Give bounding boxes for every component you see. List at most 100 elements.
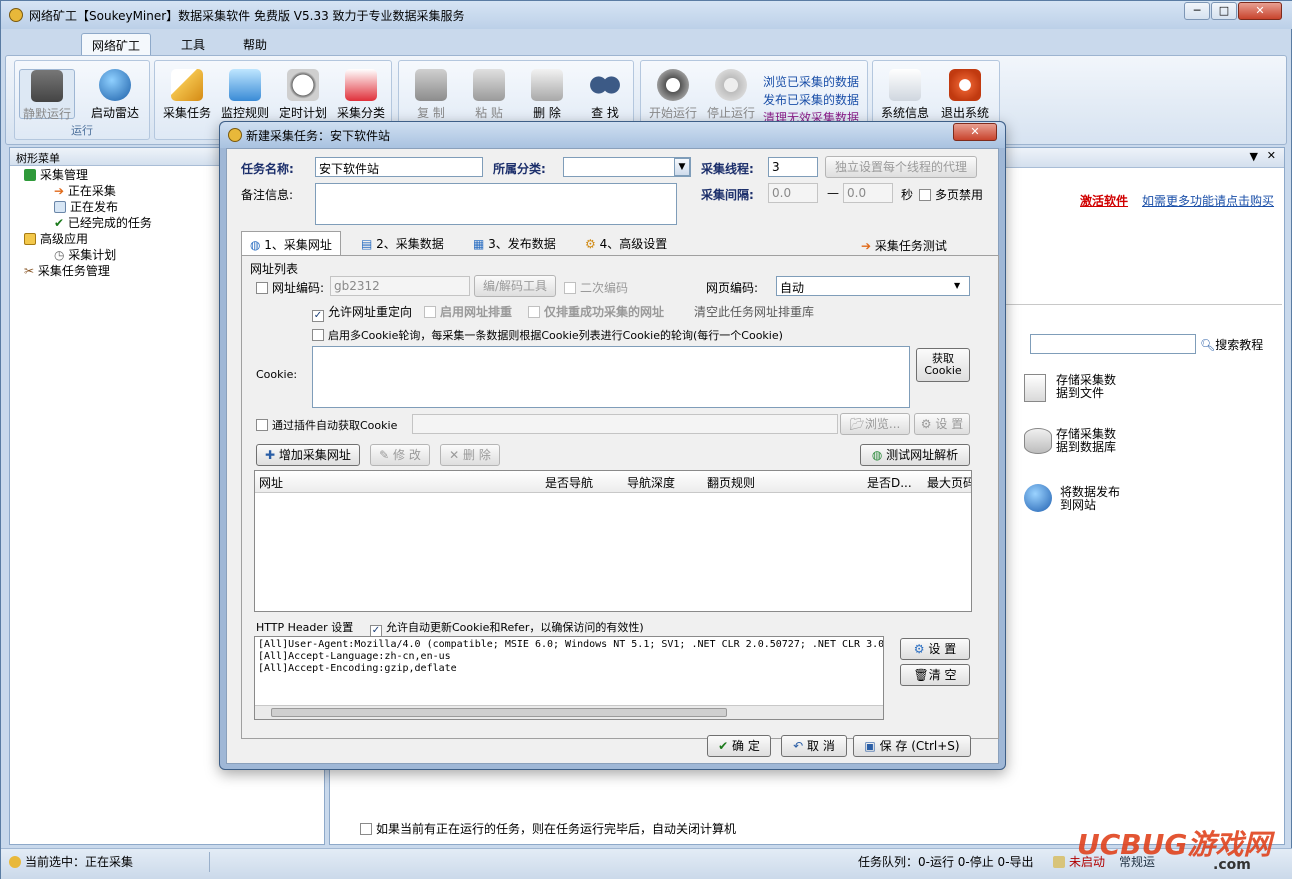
multi-page-disable-checkbox[interactable] — [919, 189, 931, 201]
allow-redirect-checkbox[interactable] — [312, 310, 324, 322]
tree-item-collecting[interactable]: ➔ 正在采集 — [54, 182, 116, 199]
encode-tool-button[interactable]: 编/解码工具 — [474, 275, 556, 297]
browse-collected-link[interactable]: 浏览已采集的数据 — [763, 73, 859, 90]
exit-system-button[interactable]: 退出系统 — [937, 69, 993, 120]
activate-software-link[interactable]: 激活软件 — [1080, 192, 1128, 209]
find-button[interactable]: 查 找 — [577, 69, 633, 120]
enable-dedup-option[interactable]: 启用网址排重 — [424, 303, 512, 320]
copy-button[interactable]: 复 制 — [403, 69, 459, 120]
schedule-plan-button[interactable]: 定时计划 — [275, 69, 331, 120]
plugin-cookie-checkbox[interactable] — [256, 419, 268, 431]
col-is-nav[interactable]: 是否导航 — [545, 474, 593, 491]
page-encoding-select[interactable]: 自动 — [776, 276, 970, 296]
col-paging-rule[interactable]: 翻页规则 — [707, 474, 755, 491]
interval-to-input[interactable]: 0.0 — [843, 183, 893, 203]
cookie-textarea[interactable] — [312, 346, 910, 408]
category-dropdown-icon[interactable]: ▼ — [674, 158, 690, 176]
tree-item-task-manage[interactable]: ✂ 采集任务管理 — [24, 262, 110, 279]
tab-collect-data[interactable]: ▤ 2、采集数据 — [353, 231, 452, 255]
undo-icon: ↶ — [793, 739, 808, 753]
save-button[interactable]: ▣ 保 存 (Ctrl+S) — [853, 735, 971, 757]
task-name-input[interactable]: 安下软件站 — [315, 157, 483, 177]
system-info-button[interactable]: 系统信息 — [877, 69, 933, 120]
double-encoding-checkbox[interactable] — [564, 282, 576, 294]
status-divider — [209, 852, 210, 872]
url-encoding-option[interactable]: 网址编码: — [256, 279, 324, 296]
tab-help[interactable]: 帮助 — [233, 33, 277, 55]
edit-url-button[interactable]: ✎ 修 改 — [370, 444, 430, 466]
tab-wangluokuanggong[interactable]: 网络矿工 — [81, 33, 152, 55]
header-hscrollbar[interactable] — [255, 705, 883, 719]
paste-button[interactable]: 粘 贴 — [461, 69, 517, 120]
multi-page-disable-option[interactable]: 多页禁用 — [919, 186, 983, 203]
allow-redirect-option[interactable]: 允许网址重定向 — [312, 303, 412, 322]
threads-input[interactable]: 3 — [768, 157, 818, 177]
multi-cookie-checkbox[interactable] — [312, 329, 324, 341]
col-max-page[interactable]: 最大页码 — [927, 474, 971, 491]
publish-collected-link[interactable]: 发布已采集的数据 — [763, 91, 859, 108]
tree-item-publishing[interactable]: 正在发布 — [54, 198, 118, 215]
multi-cookie-option[interactable]: 启用多Cookie轮询，每采集一条数据则根据Cookie列表进行Cookie的轮… — [312, 327, 783, 343]
collect-task-button[interactable]: 采集任务 — [159, 69, 215, 120]
monitor-rules-button[interactable]: 监控规则 — [217, 69, 273, 120]
stop-run-button[interactable]: 停止运行 — [703, 69, 759, 120]
url-table[interactable]: 网址 是否导航 导航深度 翻页规则 是否D... 最大页码 — [254, 470, 972, 612]
header-clear-button[interactable]: 🗑︎清 空 — [900, 664, 970, 686]
tree-item-collect-manage[interactable]: 采集管理 — [24, 166, 88, 183]
tutorial-search-input[interactable] — [1030, 334, 1196, 354]
tree-item-advanced[interactable]: 高级应用 — [24, 230, 88, 247]
auto-update-cookie-option[interactable]: 允许自动更新Cookie和Refer，以确保访问的有效性) — [370, 619, 644, 637]
page-encoding-dropdown-icon[interactable]: ▼ — [954, 281, 960, 290]
delete-button[interactable]: 删 除 — [519, 69, 575, 120]
cancel-button[interactable]: ↶ 取 消 — [781, 735, 847, 757]
plugin-cookie-option[interactable]: 通过插件自动获取Cookie — [256, 417, 397, 433]
tree-item-completed[interactable]: ✔ 已经完成的任务 — [54, 214, 152, 231]
notes-textarea[interactable] — [315, 183, 677, 225]
tab-collect-url[interactable]: ◍ 1、采集网址 — [241, 231, 341, 255]
interval-from-input[interactable]: 0.0 — [768, 183, 818, 203]
tab-advanced-settings[interactable]: ⚙ 4、高级设置 — [577, 231, 675, 255]
dialog-close-button[interactable]: ✕ — [953, 123, 997, 141]
dropdown-arrow-icon[interactable]: ▼ — [1250, 150, 1258, 163]
header-set-button[interactable]: ⚙ 设 置 — [900, 638, 970, 660]
col-url[interactable]: 网址 — [259, 474, 283, 491]
collect-category-button[interactable]: 采集分类 — [333, 69, 389, 120]
add-url-button[interactable]: ✚ 增加采集网址 — [256, 444, 360, 466]
maximize-button[interactable]: □ — [1211, 2, 1237, 20]
http-header-list[interactable]: [All]User-Agent:Mozilla/4.0 (compatible;… — [254, 636, 884, 720]
dedup-success-checkbox[interactable] — [528, 306, 540, 318]
auto-shutdown-option[interactable]: 如果当前有正在运行的任务，则在任务运行完毕后，自动关闭计算机 — [360, 820, 736, 837]
clear-dedup-link[interactable]: 清空此任务网址排重库 — [694, 303, 814, 320]
tab-publish-data[interactable]: ▦ 3、发布数据 — [465, 231, 564, 255]
auto-shutdown-checkbox[interactable] — [360, 823, 372, 835]
double-encoding-option[interactable]: 二次编码 — [564, 279, 628, 296]
search-tutorial-button[interactable]: 🔍︎搜索教程 — [1200, 336, 1263, 353]
silent-run-button[interactable]: 静默运行 — [19, 69, 75, 121]
url-encoding-select[interactable]: gb2312 — [330, 276, 470, 296]
test-task-button[interactable]: ➔ 采集任务测试 — [861, 237, 947, 254]
enable-dedup-label: 启用网址排重 — [440, 305, 513, 319]
browse-button[interactable]: 📂︎浏览... — [840, 413, 910, 435]
enable-dedup-checkbox[interactable] — [424, 306, 436, 318]
tab-tools[interactable]: 工具 — [171, 33, 215, 55]
close-panel-icon[interactable]: ✕ — [1267, 149, 1276, 162]
col-is-d[interactable]: 是否D... — [867, 474, 912, 491]
plugin-settings-button[interactable]: ⚙ 设 置 — [914, 413, 970, 435]
dedup-success-option[interactable]: 仅排重成功采集的网址 — [528, 303, 664, 320]
start-radar-button[interactable]: 启动雷达 — [87, 69, 143, 120]
ok-button[interactable]: ✔ 确 定 — [707, 735, 771, 757]
header-scroll-thumb[interactable] — [271, 708, 727, 717]
minimize-button[interactable]: ─ — [1184, 2, 1210, 20]
category-select[interactable] — [563, 157, 691, 177]
close-button[interactable]: ✕ — [1238, 2, 1282, 20]
plugin-path-input[interactable] — [412, 414, 838, 434]
buy-link[interactable]: 如需更多功能请点击购买 — [1142, 192, 1274, 209]
tree-item-plan[interactable]: ◷ 采集计划 — [54, 246, 116, 263]
url-encoding-checkbox[interactable] — [256, 282, 268, 294]
test-url-parse-button[interactable]: ◍ 测试网址解析 — [860, 444, 970, 466]
start-run-button[interactable]: 开始运行 — [645, 69, 701, 120]
get-cookie-button[interactable]: 获取 Cookie — [916, 348, 970, 382]
col-nav-depth[interactable]: 导航深度 — [627, 474, 675, 491]
delete-url-button[interactable]: ✕ 删 除 — [440, 444, 500, 466]
thread-proxy-button[interactable]: 独立设置每个线程的代理 — [825, 156, 977, 178]
